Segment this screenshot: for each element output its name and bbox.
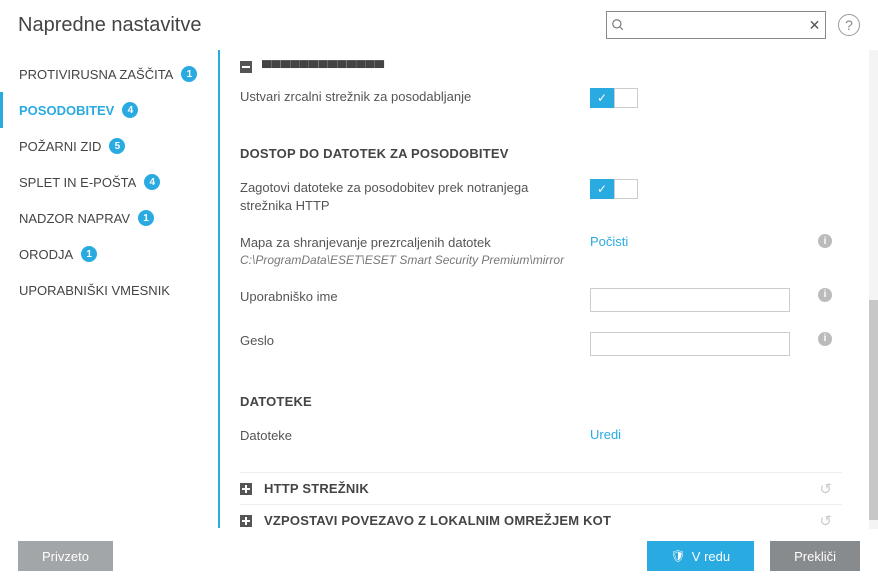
section-title-access: DOSTOP DO DATOTEK ZA POSODOBITEV <box>240 146 842 161</box>
collapse-icon <box>240 61 252 73</box>
check-icon: ✓ <box>597 182 607 196</box>
search-box[interactable]: ✕ <box>606 11 826 39</box>
sidebar-item-device-control[interactable]: NADZOR NAPRAV 1 <box>0 200 218 236</box>
row-provide-http: Zagotovi datoteke za posodobitev prek no… <box>240 169 842 224</box>
page-title: Napredne nastavitve <box>18 14 606 37</box>
expand-icon <box>240 515 252 527</box>
badge: 4 <box>122 102 138 118</box>
reset-icon[interactable]: ↺ <box>819 480 832 498</box>
row-folder: Mapa za shranjevanje prezrcaljenih datot… <box>240 224 842 278</box>
edit-files-link[interactable]: Uredi <box>590 427 621 442</box>
section-title-cut: ▀▀▀▀▀▀▀▀▀▀▀▀▀ <box>262 60 384 75</box>
badge: 1 <box>81 246 97 262</box>
badge: 5 <box>109 138 125 154</box>
section-header-mirror[interactable]: ▀▀▀▀▀▀▀▀▀▀▀▀▀ <box>240 56 842 78</box>
reset-icon[interactable]: ↺ <box>819 512 832 528</box>
content-panel: ▀▀▀▀▀▀▀▀▀▀▀▀▀ Ustvari zrcalni strežnik z… <box>218 50 878 528</box>
help-button[interactable]: ? <box>838 14 860 36</box>
sidebar-item-firewall[interactable]: POŽARNI ZID 5 <box>0 128 218 164</box>
row-label: Uporabniško ime <box>240 288 590 306</box>
sidebar-item-label: UPORABNIŠKI VMESNIK <box>19 283 170 298</box>
clear-folder-link[interactable]: Počisti <box>590 234 628 249</box>
sidebar-item-label: SPLET IN E-POŠTA <box>19 175 136 190</box>
info-icon[interactable]: i <box>818 288 832 302</box>
sidebar-item-antivirus[interactable]: PROTIVIRUSNA ZAŠČITA 1 <box>0 56 218 92</box>
ok-button[interactable]: 🛡 V redu <box>647 541 755 571</box>
sidebar-item-label: POSODOBITEV <box>19 103 114 118</box>
toggle-mirror[interactable]: ✓ <box>590 88 638 108</box>
search-input[interactable] <box>628 18 804 33</box>
search-icon <box>607 18 628 32</box>
check-icon: ✓ <box>597 91 607 105</box>
section-title-files: DATOTEKE <box>240 394 842 409</box>
badge: 4 <box>144 174 160 190</box>
sidebar-item-ui[interactable]: UPORABNIŠKI VMESNIK <box>0 272 218 308</box>
row-label: Zagotovi datoteke za posodobitev prek no… <box>240 179 590 214</box>
badge: 1 <box>181 66 197 82</box>
shield-icon: 🛡 <box>671 549 686 563</box>
scrollbar-thumb[interactable] <box>869 300 878 520</box>
expand-icon <box>240 483 252 495</box>
section-lan-connect[interactable]: VZPOSTAVI POVEZAVO Z LOKALNIM OMREŽJEM K… <box>240 504 842 528</box>
row-mirror-server: Ustvari zrcalni strežnik za posodabljanj… <box>240 78 842 118</box>
sidebar-item-update[interactable]: POSODOBITEV 4 <box>0 92 218 128</box>
section-label: VZPOSTAVI POVEZAVO Z LOKALNIM OMREŽJEM K… <box>264 513 611 528</box>
header: Napredne nastavitve ✕ ? <box>0 0 878 50</box>
row-password: Geslo i <box>240 322 842 366</box>
row-label: Ustvari zrcalni strežnik za posodabljanj… <box>240 88 590 106</box>
row-username: Uporabniško ime i <box>240 278 842 322</box>
sidebar-item-tools[interactable]: ORODJA 1 <box>0 236 218 272</box>
section-http-server[interactable]: HTTP STREŽNIK ↺ <box>240 472 842 504</box>
clear-icon[interactable]: ✕ <box>804 17 825 34</box>
row-label: Mapa za shranjevanje prezrcaljenih datot… <box>240 234 590 268</box>
sidebar: PROTIVIRUSNA ZAŠČITA 1 POSODOBITEV 4 POŽ… <box>0 50 218 528</box>
section-label: HTTP STREŽNIK <box>264 481 369 496</box>
username-input[interactable] <box>590 288 790 312</box>
sidebar-item-label: PROTIVIRUSNA ZAŠČITA <box>19 67 173 82</box>
cancel-button[interactable]: Prekliči <box>770 541 860 571</box>
info-icon[interactable]: i <box>818 332 832 346</box>
badge: 1 <box>138 210 154 226</box>
default-button[interactable]: Privzeto <box>18 541 113 571</box>
password-input[interactable] <box>590 332 790 356</box>
row-files: Datoteke Uredi <box>240 417 842 473</box>
sidebar-item-label: POŽARNI ZID <box>19 139 101 154</box>
scrollbar-track[interactable] <box>869 50 878 529</box>
row-label: Datoteke <box>240 427 590 445</box>
toggle-http[interactable]: ✓ <box>590 179 638 199</box>
folder-path: C:\ProgramData\ESET\ESET Smart Security … <box>240 252 578 268</box>
sidebar-item-label: ORODJA <box>19 247 73 262</box>
footer: Privzeto 🛡 V redu Prekliči <box>0 528 878 584</box>
sidebar-item-label: NADZOR NAPRAV <box>19 211 130 226</box>
sidebar-item-web-email[interactable]: SPLET IN E-POŠTA 4 <box>0 164 218 200</box>
row-label: Geslo <box>240 332 590 350</box>
info-icon[interactable]: i <box>818 234 832 248</box>
